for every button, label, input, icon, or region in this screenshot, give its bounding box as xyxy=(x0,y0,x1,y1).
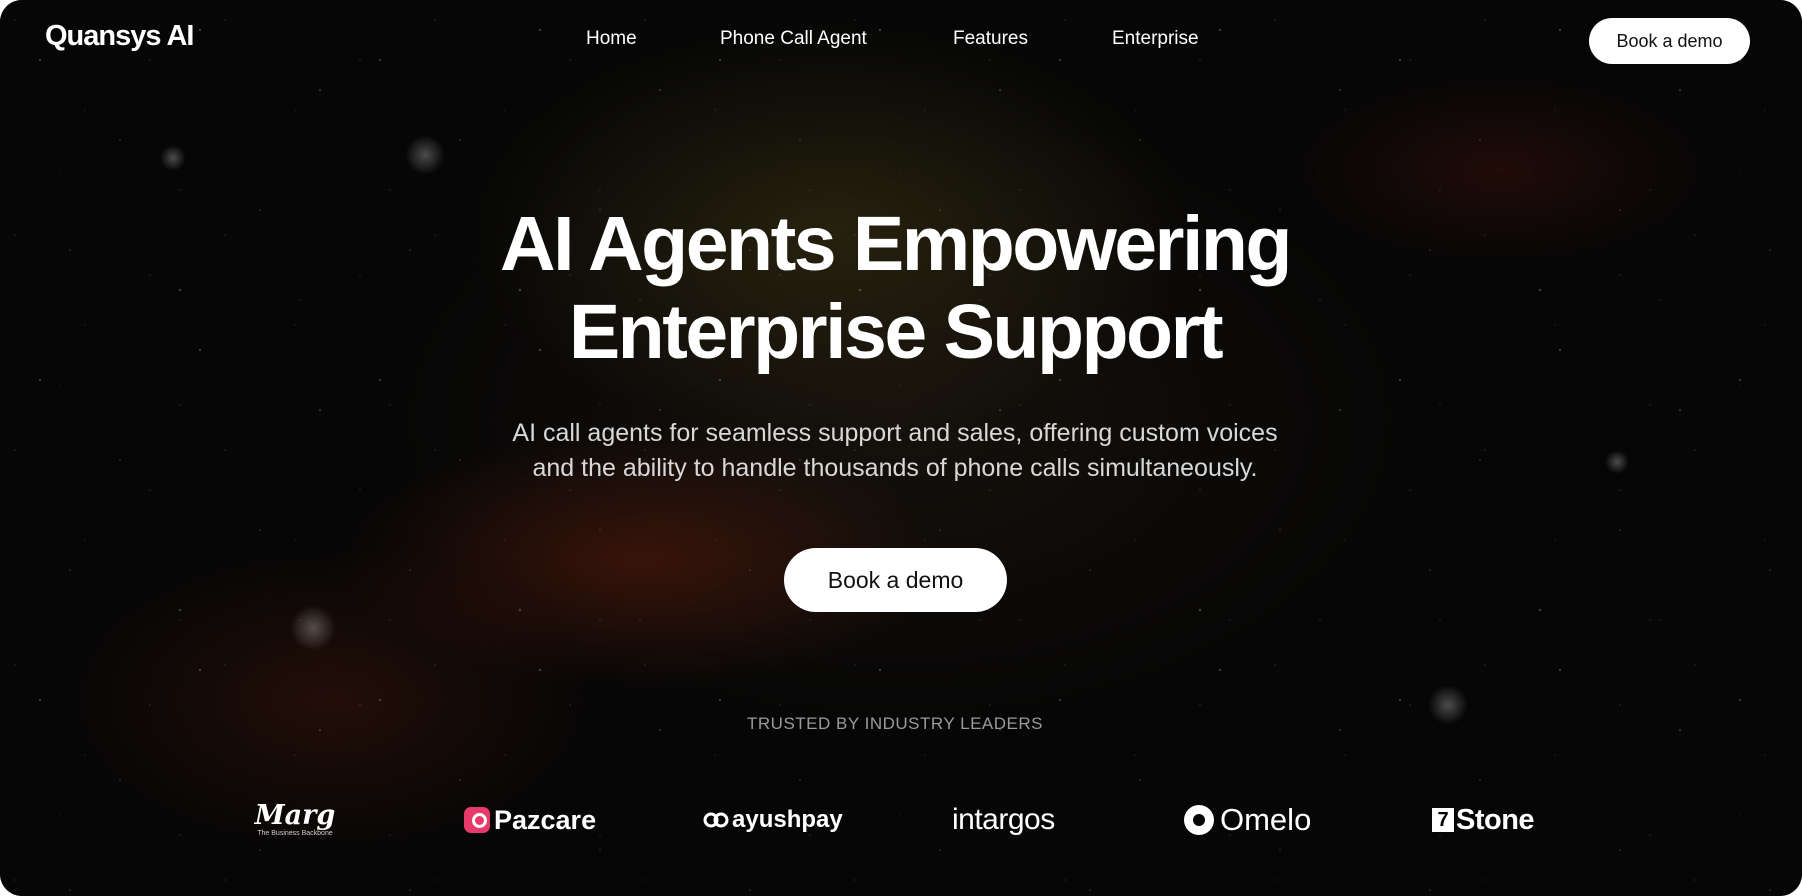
stone-icon: 7 xyxy=(1432,808,1454,832)
pazcare-logo: Pazcare xyxy=(464,795,596,845)
ayushpay-icon xyxy=(703,812,729,828)
hero-subtitle: AI call agents for seamless support and … xyxy=(0,416,1790,486)
hero-title: AI Agents Empowering Enterprise Support xyxy=(0,200,1790,376)
star-glow xyxy=(160,145,186,171)
header-book-demo-button[interactable]: Book a demo xyxy=(1589,18,1750,64)
main-nav: Home Phone Call Agent Features Enterpris… xyxy=(0,28,1802,58)
ayushpay-logo: ayushpay xyxy=(703,795,843,845)
trusted-heading: TRUSTED BY INDUSTRY LEADERS xyxy=(747,714,1043,733)
hero-title-line-1: AI Agents Empowering xyxy=(500,201,1292,287)
nav-item-enterprise[interactable]: Enterprise xyxy=(1112,28,1199,50)
omelo-logo: Omelo xyxy=(1184,795,1311,845)
pazcare-logo-text: Pazcare xyxy=(494,804,597,835)
omelo-logo-text: Omelo xyxy=(1220,802,1312,837)
stone-logo: 7 Stone xyxy=(1432,795,1535,845)
omelo-icon xyxy=(1184,805,1214,835)
star-glow xyxy=(405,135,445,175)
hero-title-line-2: Enterprise Support xyxy=(568,289,1224,375)
intargos-logo: intargos xyxy=(952,795,1055,845)
hero-subtitle-line-1: AI call agents for seamless support and … xyxy=(512,419,1278,447)
nav-item-phone-call-agent[interactable]: Phone Call Agent xyxy=(720,28,867,50)
ayushpay-logo-text: ayushpay xyxy=(732,806,843,833)
page-frame: Quansys AI Home Phone Call Agent Feature… xyxy=(0,0,1802,896)
hero-book-demo-button[interactable]: Book a demo xyxy=(784,548,1007,612)
star-glow xyxy=(290,605,336,651)
intargos-logo-text: intargos xyxy=(952,803,1055,836)
pazcare-icon xyxy=(464,807,490,833)
hero-subtitle-line-2: and the ability to handle thousands of p… xyxy=(532,454,1258,482)
stone-logo-text: Stone xyxy=(1456,803,1535,836)
marg-logo: Marg The Business Backbone xyxy=(245,795,345,845)
nav-item-home[interactable]: Home xyxy=(586,28,637,50)
marg-logo-tagline: The Business Backbone xyxy=(257,829,333,837)
nav-item-features[interactable]: Features xyxy=(953,28,1028,50)
marg-logo-text: Marg xyxy=(254,799,336,831)
